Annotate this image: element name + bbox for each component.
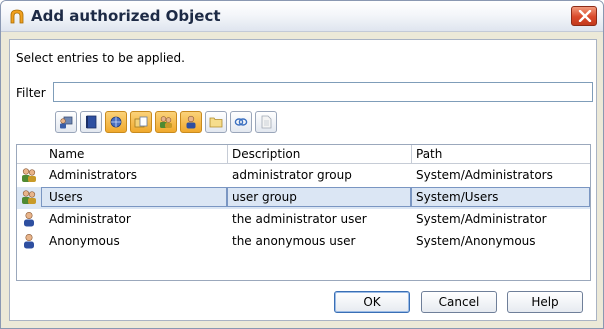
filter-user-button[interactable] <box>180 111 202 133</box>
window-title: Add authorized Object <box>31 7 221 25</box>
row-description: the administrator user <box>232 212 367 226</box>
row-description: user group <box>232 190 297 204</box>
row-path: System/Anonymous <box>416 234 536 248</box>
user-icon <box>21 211 37 227</box>
title-bar[interactable]: Add authorized Object <box>1 1 603 32</box>
filter-document-button[interactable] <box>255 111 277 133</box>
folder-files-icon <box>134 116 148 128</box>
close-button[interactable] <box>571 6 597 26</box>
filter-computer-user-button[interactable] <box>55 111 77 133</box>
user-icon <box>21 233 37 249</box>
row-name: Administrator <box>49 212 131 226</box>
filter-book-button[interactable] <box>80 111 102 133</box>
user-icon <box>186 115 196 129</box>
filter-folder-files-button[interactable] <box>130 111 152 133</box>
row-name: Users <box>49 190 83 204</box>
network-icon <box>110 116 122 128</box>
table-row[interactable]: Administrator the administrator user Sys… <box>17 209 590 231</box>
dialog-window: Add authorized Object Select entries to … <box>0 0 604 329</box>
filter-group-button[interactable] <box>155 111 177 133</box>
row-path: System/Users <box>416 190 499 204</box>
column-divider[interactable] <box>227 145 228 163</box>
help-button[interactable]: Help <box>507 291 583 313</box>
row-path: System/Administrators <box>416 168 553 182</box>
group-icon <box>160 116 172 128</box>
app-icon <box>9 8 25 24</box>
filter-network-button[interactable] <box>105 111 127 133</box>
row-path: System/Administrator <box>416 212 547 226</box>
folder-icon <box>209 117 223 128</box>
cancel-button[interactable]: Cancel <box>421 291 497 313</box>
entries-table: Name Description Path Administrators adm… <box>16 144 591 281</box>
table-row[interactable]: Administrators administrator group Syste… <box>17 165 590 187</box>
table-row[interactable]: Anonymous the anonymous user System/Anon… <box>17 231 590 253</box>
group-icon <box>21 167 37 183</box>
filter-link-button[interactable] <box>230 111 252 133</box>
filter-label: Filter <box>16 86 46 100</box>
document-icon <box>261 115 272 129</box>
close-icon <box>578 10 592 22</box>
table-row-selected[interactable]: Users user group System/Users <box>17 187 590 209</box>
dialog-content: Select entries to be applied. Filter Nam… <box>9 39 597 321</box>
row-name: Anonymous <box>49 234 120 248</box>
row-description: the anonymous user <box>232 234 356 248</box>
row-description: administrator group <box>232 168 352 182</box>
column-header-name[interactable]: Name <box>49 147 84 161</box>
filter-input[interactable] <box>53 82 593 102</box>
book-icon <box>86 115 97 129</box>
link-icon <box>234 118 248 126</box>
ok-button[interactable]: OK <box>334 291 410 313</box>
computer-user-icon <box>60 116 73 129</box>
group-icon <box>21 189 37 205</box>
instruction-text: Select entries to be applied. <box>16 51 185 65</box>
row-name: Administrators <box>49 168 138 182</box>
column-header-path[interactable]: Path <box>416 147 442 161</box>
table-header: Name Description Path <box>17 145 590 164</box>
column-header-description[interactable]: Description <box>232 147 300 161</box>
filter-folder-button[interactable] <box>205 111 227 133</box>
column-divider[interactable] <box>411 145 412 163</box>
